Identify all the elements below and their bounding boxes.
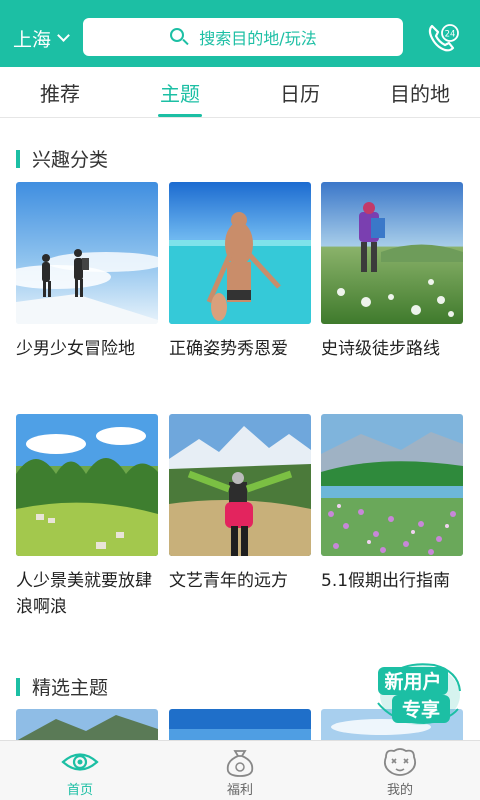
tab-destination[interactable]: 目的地 (360, 67, 480, 117)
search-input[interactable]: 搜索目的地/玩法 (83, 18, 403, 56)
theme-card-romance[interactable]: 正确姿势秀恩爱 (169, 182, 311, 362)
nav-benefits[interactable]: 福利 (160, 741, 320, 800)
customer-service-phone-icon[interactable]: 24 (424, 20, 460, 56)
search-placeholder: 搜索目的地/玩法 (199, 29, 317, 48)
theme-card-quiet-scenery[interactable]: 人少景美就要放肆浪啊浪 (16, 414, 158, 620)
tab-calendar[interactable]: 日历 (240, 67, 360, 117)
featured-thumb-2[interactable] (169, 709, 311, 741)
interest-section-title: 兴趣分类 (16, 145, 108, 172)
top-bar: 上海 搜索目的地/玩法 24 (0, 0, 480, 67)
section-accent-bar (16, 677, 20, 696)
bottom-nav: 首页 福利 我的 (0, 740, 480, 800)
card-caption: 少男少女冒险地 (16, 339, 135, 359)
city-selector[interactable]: 上海 (13, 22, 70, 54)
new-user-promo-badge[interactable]: 新用户 专享 (374, 657, 464, 729)
interest-section-label: 兴趣分类 (32, 149, 109, 171)
search-icon (169, 27, 189, 47)
nav-benefits-label: 福利 (226, 783, 253, 798)
theme-image-meadow-hiker (321, 182, 463, 324)
theme-card-may-holiday[interactable]: 5.1假期出行指南 (321, 414, 463, 594)
chevron-down-icon (57, 28, 70, 42)
card-caption: 人少景美就要放肆浪啊浪 (16, 571, 152, 617)
featured-section-label: 精选主题 (32, 677, 109, 699)
promo-line2: 专享 (402, 698, 440, 721)
card-caption: 史诗级徒步路线 (321, 339, 440, 359)
eye-icon (60, 747, 100, 777)
card-caption: 5.1假期出行指南 (321, 571, 451, 591)
tab-recommend[interactable]: 推荐 (0, 67, 120, 117)
nav-profile[interactable]: 我的 (320, 741, 480, 800)
theme-card-adventure[interactable]: 少男少女冒险地 (16, 182, 158, 362)
theme-image-pool-couple (169, 182, 311, 324)
theme-image-flower-field (321, 414, 463, 556)
theme-image-snow-mountain-woman (169, 414, 311, 556)
theme-image-karst-hills (16, 414, 158, 556)
card-caption: 文艺青年的远方 (169, 571, 288, 591)
nav-home-label: 首页 (66, 783, 93, 798)
money-bag-icon (220, 747, 260, 777)
category-tabs: 推荐 主题 日历 目的地 (0, 67, 480, 118)
city-label: 上海 (13, 28, 52, 51)
phone-badge-text: 24 (445, 30, 456, 40)
profile-face-icon (380, 747, 420, 777)
section-accent-bar (16, 149, 20, 168)
card-caption: 正确姿势秀恩爱 (169, 339, 288, 359)
tab-theme[interactable]: 主题 (120, 67, 240, 117)
nav-profile-label: 我的 (386, 783, 413, 798)
theme-card-literary[interactable]: 文艺青年的远方 (169, 414, 311, 594)
theme-image-snow-hikers (16, 182, 158, 324)
featured-section-title: 精选主题 (16, 673, 108, 700)
featured-thumb-1[interactable] (16, 709, 158, 741)
promo-line1: 新用户 (384, 670, 441, 693)
theme-card-trekking[interactable]: 史诗级徒步路线 (321, 182, 463, 362)
nav-home[interactable]: 首页 (0, 741, 160, 800)
